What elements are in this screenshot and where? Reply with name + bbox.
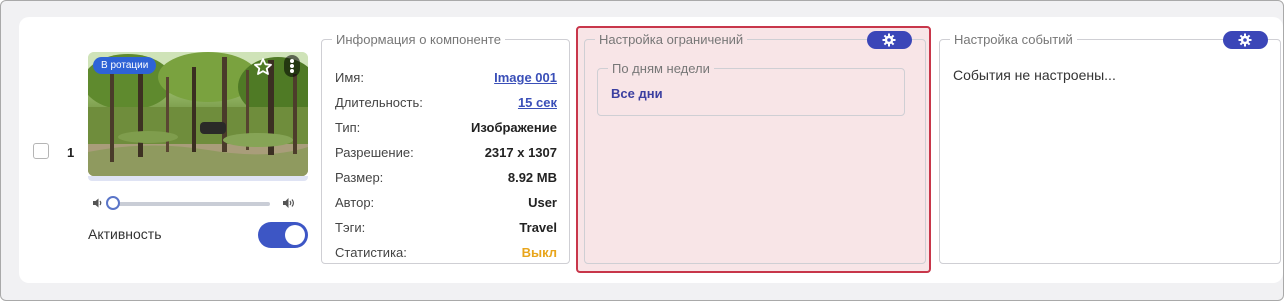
volume-slider-handle[interactable]: [106, 196, 120, 210]
component-info-title: Информация о компоненте: [336, 32, 501, 47]
info-row-statistics: Статистика: Выкл: [335, 245, 557, 263]
info-value: 8.92 MB: [507, 170, 557, 185]
volume-low-icon[interactable]: [92, 197, 104, 212]
events-settings-title: Настройка событий: [954, 32, 1073, 47]
activity-label: Активность: [88, 226, 162, 242]
gear-icon: [882, 33, 896, 47]
info-key: Автор:: [335, 195, 375, 210]
info-key: Тэги:: [335, 220, 366, 235]
info-value: Travel: [519, 220, 557, 235]
statistics-status: Выкл: [521, 245, 557, 260]
info-row-author: Автор: User: [335, 195, 557, 213]
info-value: Изображение: [471, 120, 557, 135]
info-key: Длительность:: [335, 95, 423, 110]
component-name-link[interactable]: Image 001: [494, 70, 557, 85]
volume-high-icon[interactable]: [282, 196, 296, 213]
limits-settings-button[interactable]: [867, 31, 912, 49]
activity-toggle[interactable]: [258, 222, 308, 248]
info-row-name: Имя: Image 001: [335, 70, 557, 88]
info-key: Разрешение:: [335, 145, 414, 160]
info-row-resolution: Разрешение: 2317 x 1307: [335, 145, 557, 163]
component-info-panel: Информация о компоненте Имя: Image 001 Д…: [321, 32, 570, 264]
weekdays-title: По дням недели: [612, 61, 710, 76]
kebab-menu-icon[interactable]: [284, 55, 300, 77]
info-row-duration: Длительность: 15 сек: [335, 95, 557, 113]
info-row-tags: Тэги: Travel: [335, 220, 557, 238]
events-settings-button[interactable]: [1223, 31, 1268, 49]
info-key: Имя:: [335, 70, 364, 85]
star-outline-icon[interactable]: [253, 57, 273, 77]
weekdays-value: Все дни: [611, 86, 663, 101]
row-select-checkbox[interactable]: [33, 143, 49, 159]
gear-icon: [1238, 33, 1252, 47]
info-row-type: Тип: Изображение: [335, 120, 557, 138]
info-value: 2317 x 1307: [484, 145, 557, 160]
events-empty-message: События не настроены...: [953, 67, 1116, 83]
toggle-knob: [285, 225, 305, 245]
rotation-badge: В ротации: [93, 57, 157, 74]
thumbnail-progress-bar: [88, 176, 308, 181]
duration-link[interactable]: 15 сек: [518, 95, 557, 110]
info-row-size: Размер: 8.92 MB: [335, 170, 557, 188]
row-number: 1: [67, 145, 75, 160]
info-value: User: [528, 195, 557, 210]
volume-slider-track[interactable]: [113, 202, 270, 206]
info-key: Тип:: [335, 120, 361, 135]
info-key: Статистика:: [335, 245, 407, 260]
info-key: Размер:: [335, 170, 384, 185]
limits-settings-title: Настройка ограничений: [599, 32, 744, 47]
